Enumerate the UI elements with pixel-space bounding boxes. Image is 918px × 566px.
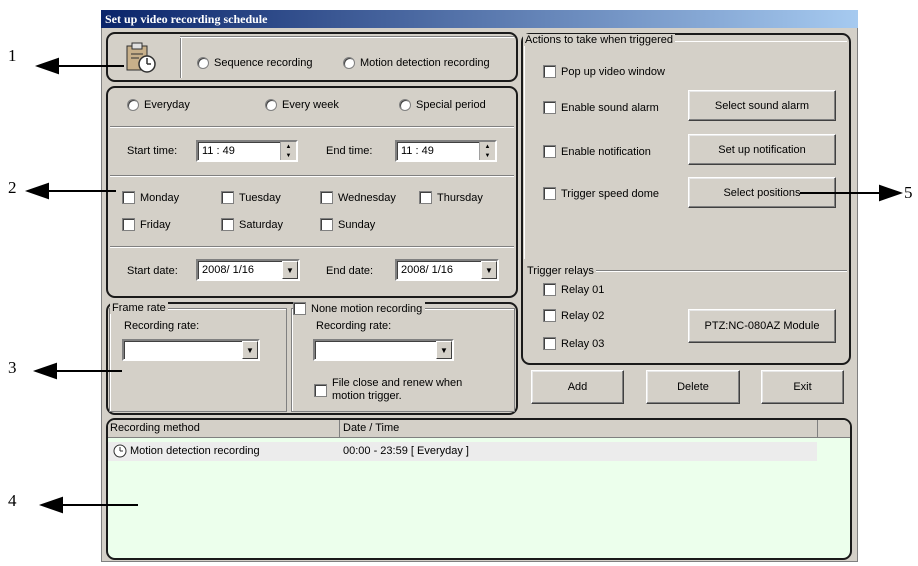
arrow-1 bbox=[34, 57, 124, 75]
arrow-4 bbox=[38, 496, 138, 514]
callout-arrows bbox=[24, 57, 904, 514]
arrow-5 bbox=[800, 184, 904, 202]
arrow-3 bbox=[32, 362, 122, 380]
arrow-2 bbox=[24, 182, 116, 200]
